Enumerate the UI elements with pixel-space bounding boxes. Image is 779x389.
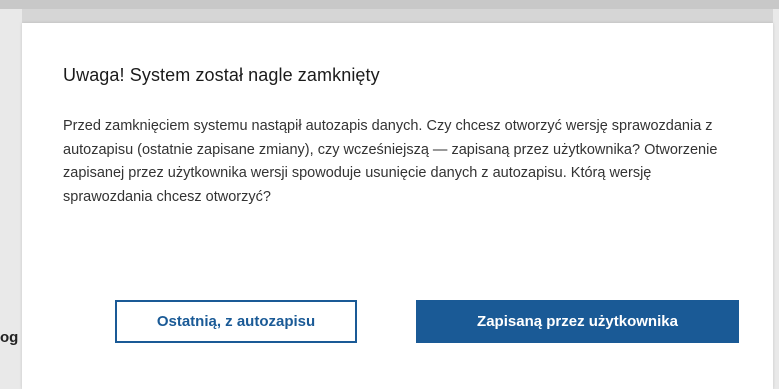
open-user-saved-version-button[interactable]: Zapisaną przez użytkownika bbox=[416, 300, 739, 343]
autosave-recovery-dialog: Uwaga! System został nagle zamknięty Prz… bbox=[22, 23, 773, 389]
dialog-title: Uwaga! System został nagle zamknięty bbox=[63, 65, 380, 85]
background-page-text: og bbox=[0, 329, 19, 346]
background-page-right bbox=[773, 9, 779, 389]
background-page-left: og bbox=[0, 9, 22, 389]
open-autosave-version-button[interactable]: Ostatnią, z autozapisu bbox=[115, 300, 357, 343]
overlay-top-strip bbox=[0, 0, 779, 9]
dialog-message: Przed zamknięciem systemu nastąpił autoz… bbox=[63, 118, 718, 205]
